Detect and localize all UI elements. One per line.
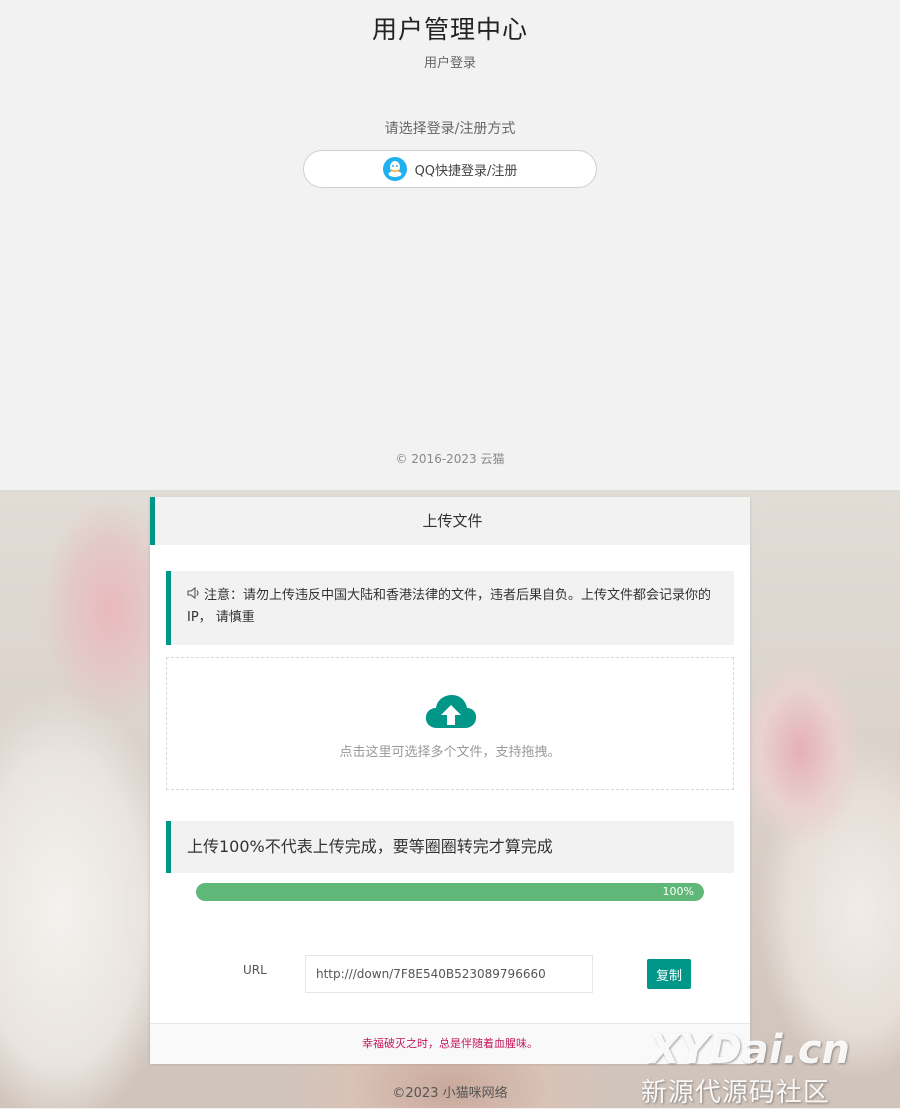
progress-text: 100% [662, 885, 694, 898]
watermark-main: XYDai.cn [648, 1027, 850, 1073]
qq-login-button[interactable]: QQ快捷登录/注册 [303, 150, 597, 188]
file-dropzone[interactable]: 点击这里可选择多个文件，支持拖拽。 [166, 657, 734, 790]
login-section: 用户管理中心 用户登录 请选择登录/注册方式 QQ快捷登录/注册 © 2016-… [0, 0, 900, 490]
qq-icon [382, 157, 407, 181]
dropzone-hint: 点击这里可选择多个文件，支持拖拽。 [339, 745, 561, 760]
page-subtitle: 用户登录 [423, 56, 476, 71]
upload-notice: 注意：请勿上传违反中国大陆和香港法律的文件，违者后果自负。上传文件都会记录你的I… [166, 571, 734, 645]
choose-method-text: 请选择登录/注册方式 [384, 121, 516, 137]
speaker-icon [187, 585, 200, 607]
upload-header: 上传文件 [150, 497, 750, 545]
watermark-sub: 新源代源码社区 [640, 1078, 830, 1108]
page-title: 用户管理中心 [371, 15, 528, 44]
progress-fill: 100% [196, 883, 704, 901]
watermark: XYDai.cn 新源代源码社区 [641, 1027, 850, 1109]
cloud-upload-icon [425, 694, 477, 734]
login-copyright: © 2016-2023 云猫 [395, 452, 505, 466]
notice-text: 注意：请勿上传违反中国大陆和香港法律的文件，违者后果自负。上传文件都会记录你的I… [187, 588, 712, 625]
url-input[interactable] [305, 955, 593, 993]
upload-panel: 上传文件 注意：请勿上传违反中国大陆和香港法律的文件，违者后果自负。上传文件都会… [150, 497, 750, 1064]
copy-button[interactable]: 复制 [647, 959, 691, 989]
url-label: URL [243, 963, 267, 977]
upload-progress-bar: 100% [196, 883, 704, 901]
qq-login-label: QQ快捷登录/注册 [414, 163, 518, 179]
upload-warning: 上传100%不代表上传完成，要等圈圈转完才算完成 [166, 821, 734, 873]
